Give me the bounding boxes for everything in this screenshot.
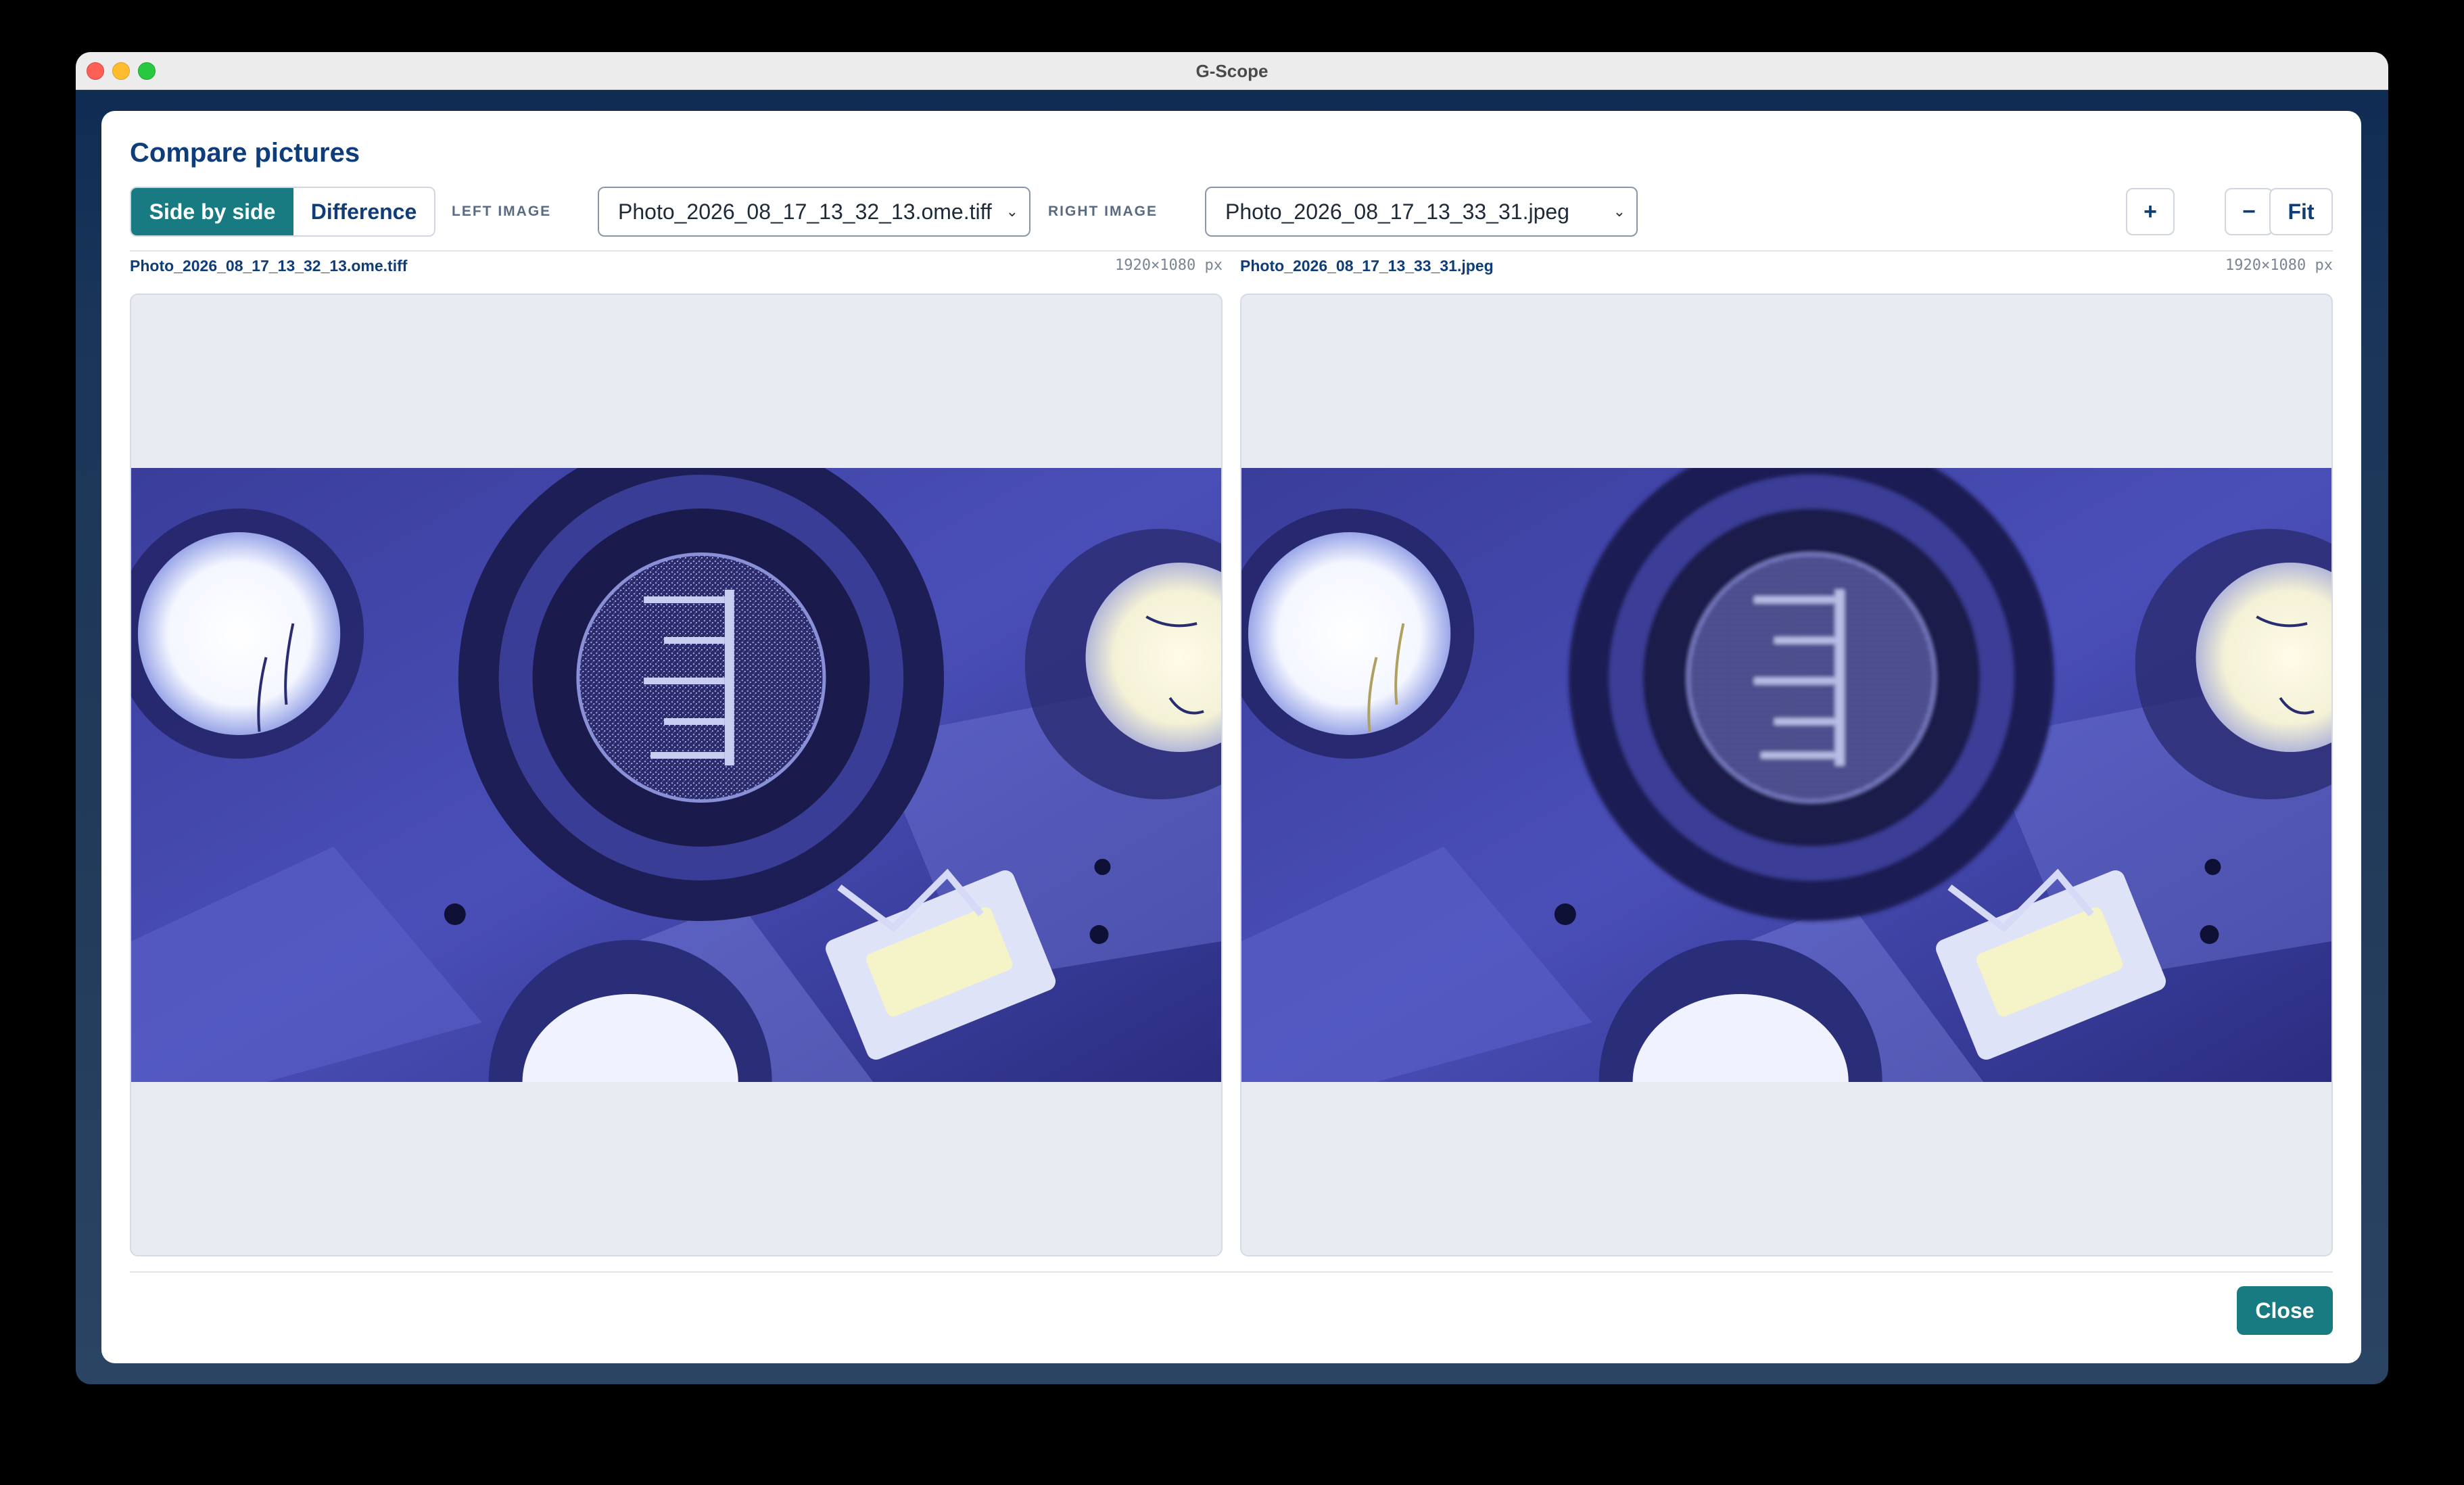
left-panel-filename: Photo_2026_08_17_13_32_13.ome.tiff <box>130 257 408 275</box>
dialog-title: Compare pictures <box>130 138 360 168</box>
right-microscope-image <box>1241 468 2331 1082</box>
chevron-down-icon: ⌄ <box>1005 203 1018 220</box>
right-image-viewer[interactable] <box>1240 293 2333 1256</box>
footer-divider <box>130 1271 2333 1273</box>
circuit-board-photo <box>1241 468 2331 1082</box>
right-image-select-value: Photo_2026_08_17_13_33_31.jpeg <box>1225 199 1569 224</box>
mode-toggle: Side by side Difference <box>130 187 435 237</box>
right-image-label: RIGHT IMAGE <box>1048 204 1158 219</box>
left-image-select-value: Photo_2026_08_17_13_32_13.ome.tiff <box>618 199 992 224</box>
side-by-side-button[interactable]: Side by side <box>131 188 293 235</box>
fit-button[interactable]: Fit <box>2269 188 2333 235</box>
compare-dialog: Compare pictures Side by side Difference… <box>101 111 2361 1363</box>
app-window: G-Scope Compare pictures Side by side Di… <box>76 52 2388 1384</box>
zoom-out-button[interactable]: − <box>2225 188 2273 235</box>
close-button[interactable]: Close <box>2237 1286 2333 1335</box>
chevron-down-icon: ⌄ <box>1613 203 1626 220</box>
window-title: G-Scope <box>1195 61 1269 81</box>
right-image-select[interactable]: Photo_2026_08_17_13_33_31.jpeg ⌄ <box>1205 187 1638 237</box>
right-panel-filename: Photo_2026_08_17_13_33_31.jpeg <box>1240 257 1494 275</box>
toolbar-divider <box>130 250 2333 252</box>
left-panel-dimensions: 1920×1080 px <box>1115 257 1223 274</box>
left-image-viewer[interactable] <box>130 293 1223 1256</box>
compare-toolbar: Side by side Difference LEFT IMAGE Photo… <box>130 187 2333 237</box>
difference-button[interactable]: Difference <box>293 188 434 235</box>
title-bar: G-Scope <box>76 52 2388 90</box>
left-image-select[interactable]: Photo_2026_08_17_13_32_13.ome.tiff ⌄ <box>598 187 1030 237</box>
circuit-board-photo <box>131 468 1221 1082</box>
zoom-in-button[interactable]: + <box>2126 188 2175 235</box>
right-panel-dimensions: 1920×1080 px <box>2225 257 2333 274</box>
left-microscope-image <box>131 468 1221 1082</box>
left-panel-header: Photo_2026_08_17_13_32_13.ome.tiff 1920×… <box>130 257 1223 277</box>
right-panel-header: Photo_2026_08_17_13_33_31.jpeg 1920×1080… <box>1240 257 2333 277</box>
left-image-label: LEFT IMAGE <box>452 204 552 219</box>
